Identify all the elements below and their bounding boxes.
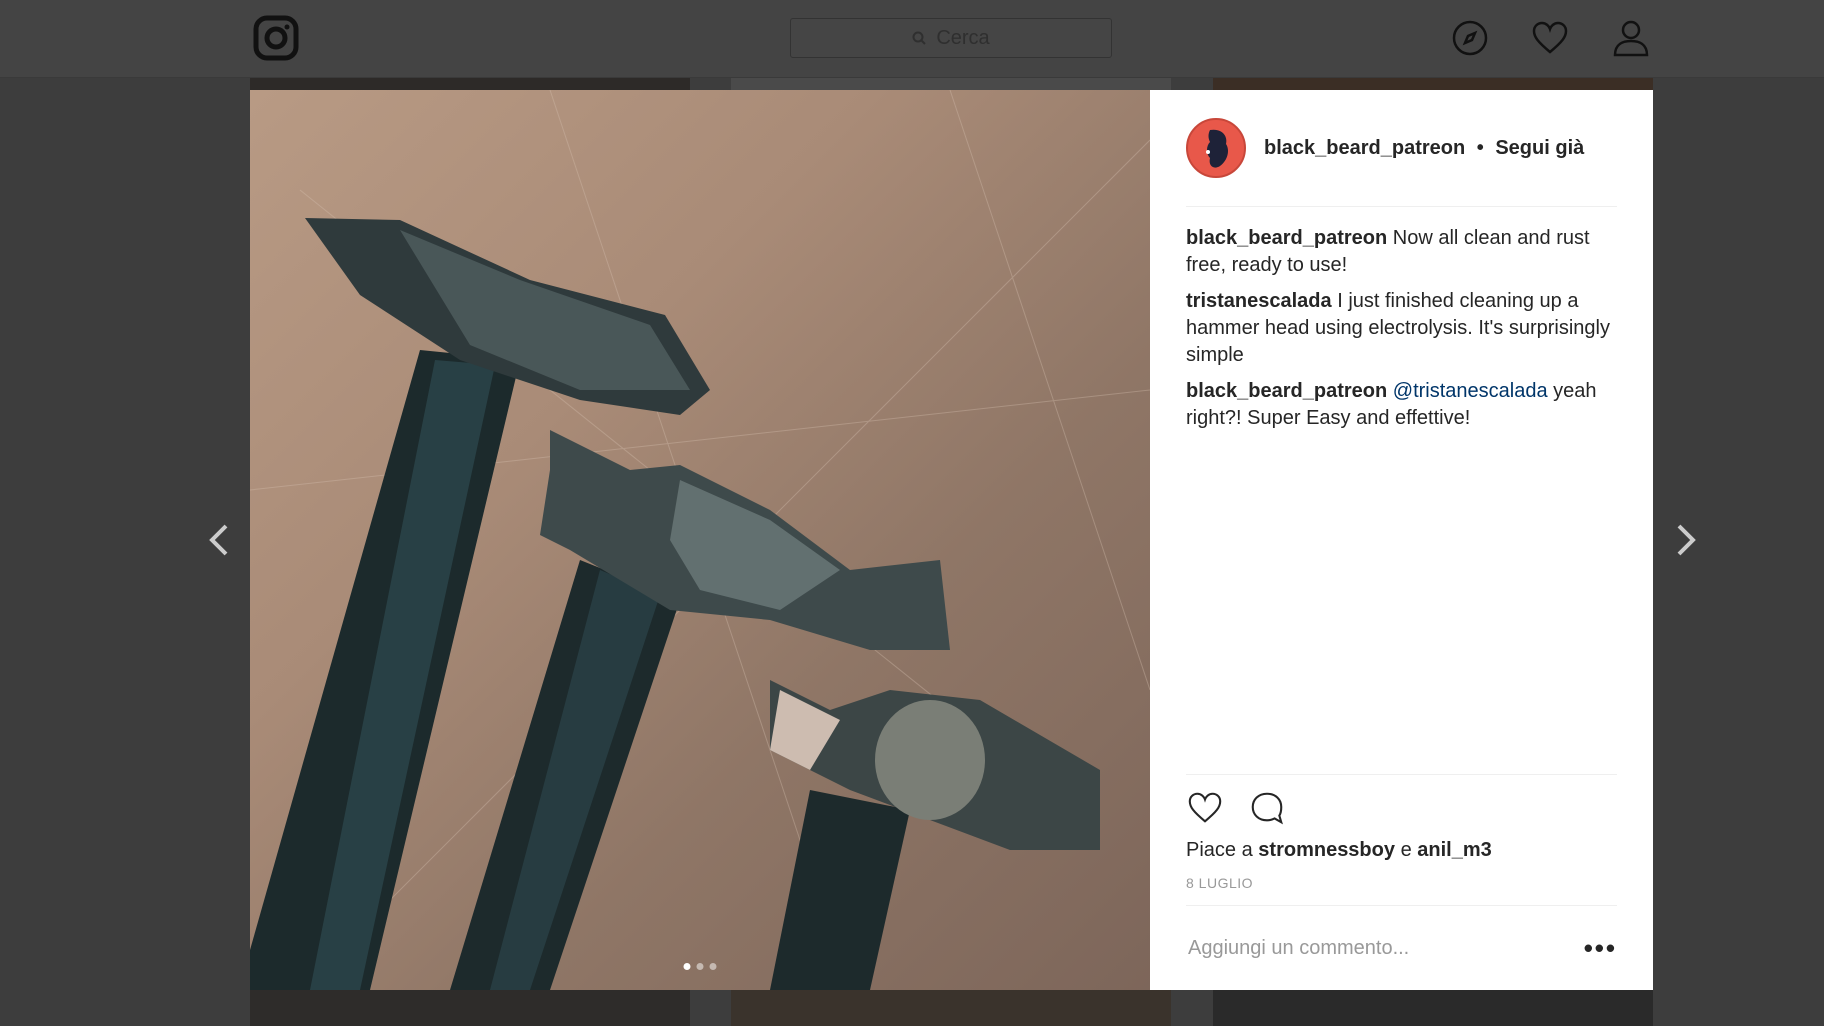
heart-icon[interactable]: [1530, 18, 1570, 58]
post-author-line: black_beard_patreon • Segui già: [1264, 137, 1584, 160]
liker-username[interactable]: stromnessboy: [1258, 839, 1395, 861]
previous-post-arrow[interactable]: [200, 520, 240, 560]
background-grid-tile: [250, 990, 690, 1026]
next-post-arrow[interactable]: [1665, 520, 1705, 560]
hammers-image: [250, 90, 1150, 990]
more-options-button[interactable]: •••: [1584, 935, 1617, 961]
separator-dot: •: [1476, 136, 1484, 159]
bearded-profile-icon: [1206, 129, 1228, 168]
comment-item: black_beard_patreon Now all clean and ru…: [1186, 225, 1617, 279]
carousel-indicator: [683, 963, 717, 970]
comment-username[interactable]: black_beard_patreon: [1186, 227, 1387, 249]
follow-status-button[interactable]: Segui già: [1495, 137, 1584, 159]
liker-username[interactable]: anil_m3: [1417, 839, 1491, 861]
add-comment-input[interactable]: [1186, 935, 1570, 961]
action-buttons: [1186, 787, 1617, 829]
carousel-dot[interactable]: [709, 963, 717, 970]
post-details-panel: black_beard_patreon • Segui già black_be…: [1150, 90, 1653, 990]
carousel-dot[interactable]: [696, 963, 704, 970]
search-input[interactable]: Cerca: [790, 18, 1112, 58]
post-photo[interactable]: [250, 90, 1150, 990]
likes-conjunction: e: [1400, 839, 1412, 861]
like-heart-icon[interactable]: [1186, 789, 1224, 827]
likes-prefix: Piace a: [1186, 839, 1253, 861]
post-header: black_beard_patreon • Segui già: [1186, 90, 1617, 207]
comments-list: black_beard_patreon Now all clean and ru…: [1186, 207, 1617, 432]
background-grid-tile: [731, 78, 1171, 90]
add-comment-bar: •••: [1186, 905, 1617, 990]
comment-username[interactable]: black_beard_patreon: [1186, 380, 1387, 402]
comment-item: tristanescalada I just finished cleaning…: [1186, 288, 1617, 369]
comment-bubble-icon[interactable]: [1248, 789, 1286, 827]
background-grid-tile: [731, 990, 1171, 1026]
user-icon[interactable]: [1611, 18, 1651, 58]
search-placeholder: Cerca: [936, 26, 990, 49]
background-grid-tile: [1213, 78, 1653, 90]
avatar[interactable]: [1186, 118, 1246, 178]
background-grid-tile: [1213, 990, 1653, 1026]
carousel-dot[interactable]: [683, 963, 691, 970]
author-username[interactable]: black_beard_patreon: [1264, 137, 1465, 159]
comment-mention-link[interactable]: @tristanescalada: [1393, 380, 1548, 402]
likes-summary: Piace a stromnessboy e anil_m3: [1186, 839, 1617, 862]
post-date[interactable]: 8 LUGLIO: [1186, 875, 1617, 891]
post-modal: black_beard_patreon • Segui già black_be…: [250, 90, 1653, 990]
post-actions: Piace a stromnessboy e anil_m3 8 LUGLIO: [1186, 774, 1617, 891]
compass-icon[interactable]: [1450, 18, 1490, 58]
background-grid-tile: [250, 78, 690, 90]
search-icon: [912, 31, 927, 45]
top-navigation-bar: Cerca: [0, 0, 1824, 78]
comment-item: black_beard_patreon @tristanescalada yea…: [1186, 378, 1617, 432]
comment-username[interactable]: tristanescalada: [1186, 290, 1332, 312]
instagram-logo-icon[interactable]: [253, 15, 299, 61]
